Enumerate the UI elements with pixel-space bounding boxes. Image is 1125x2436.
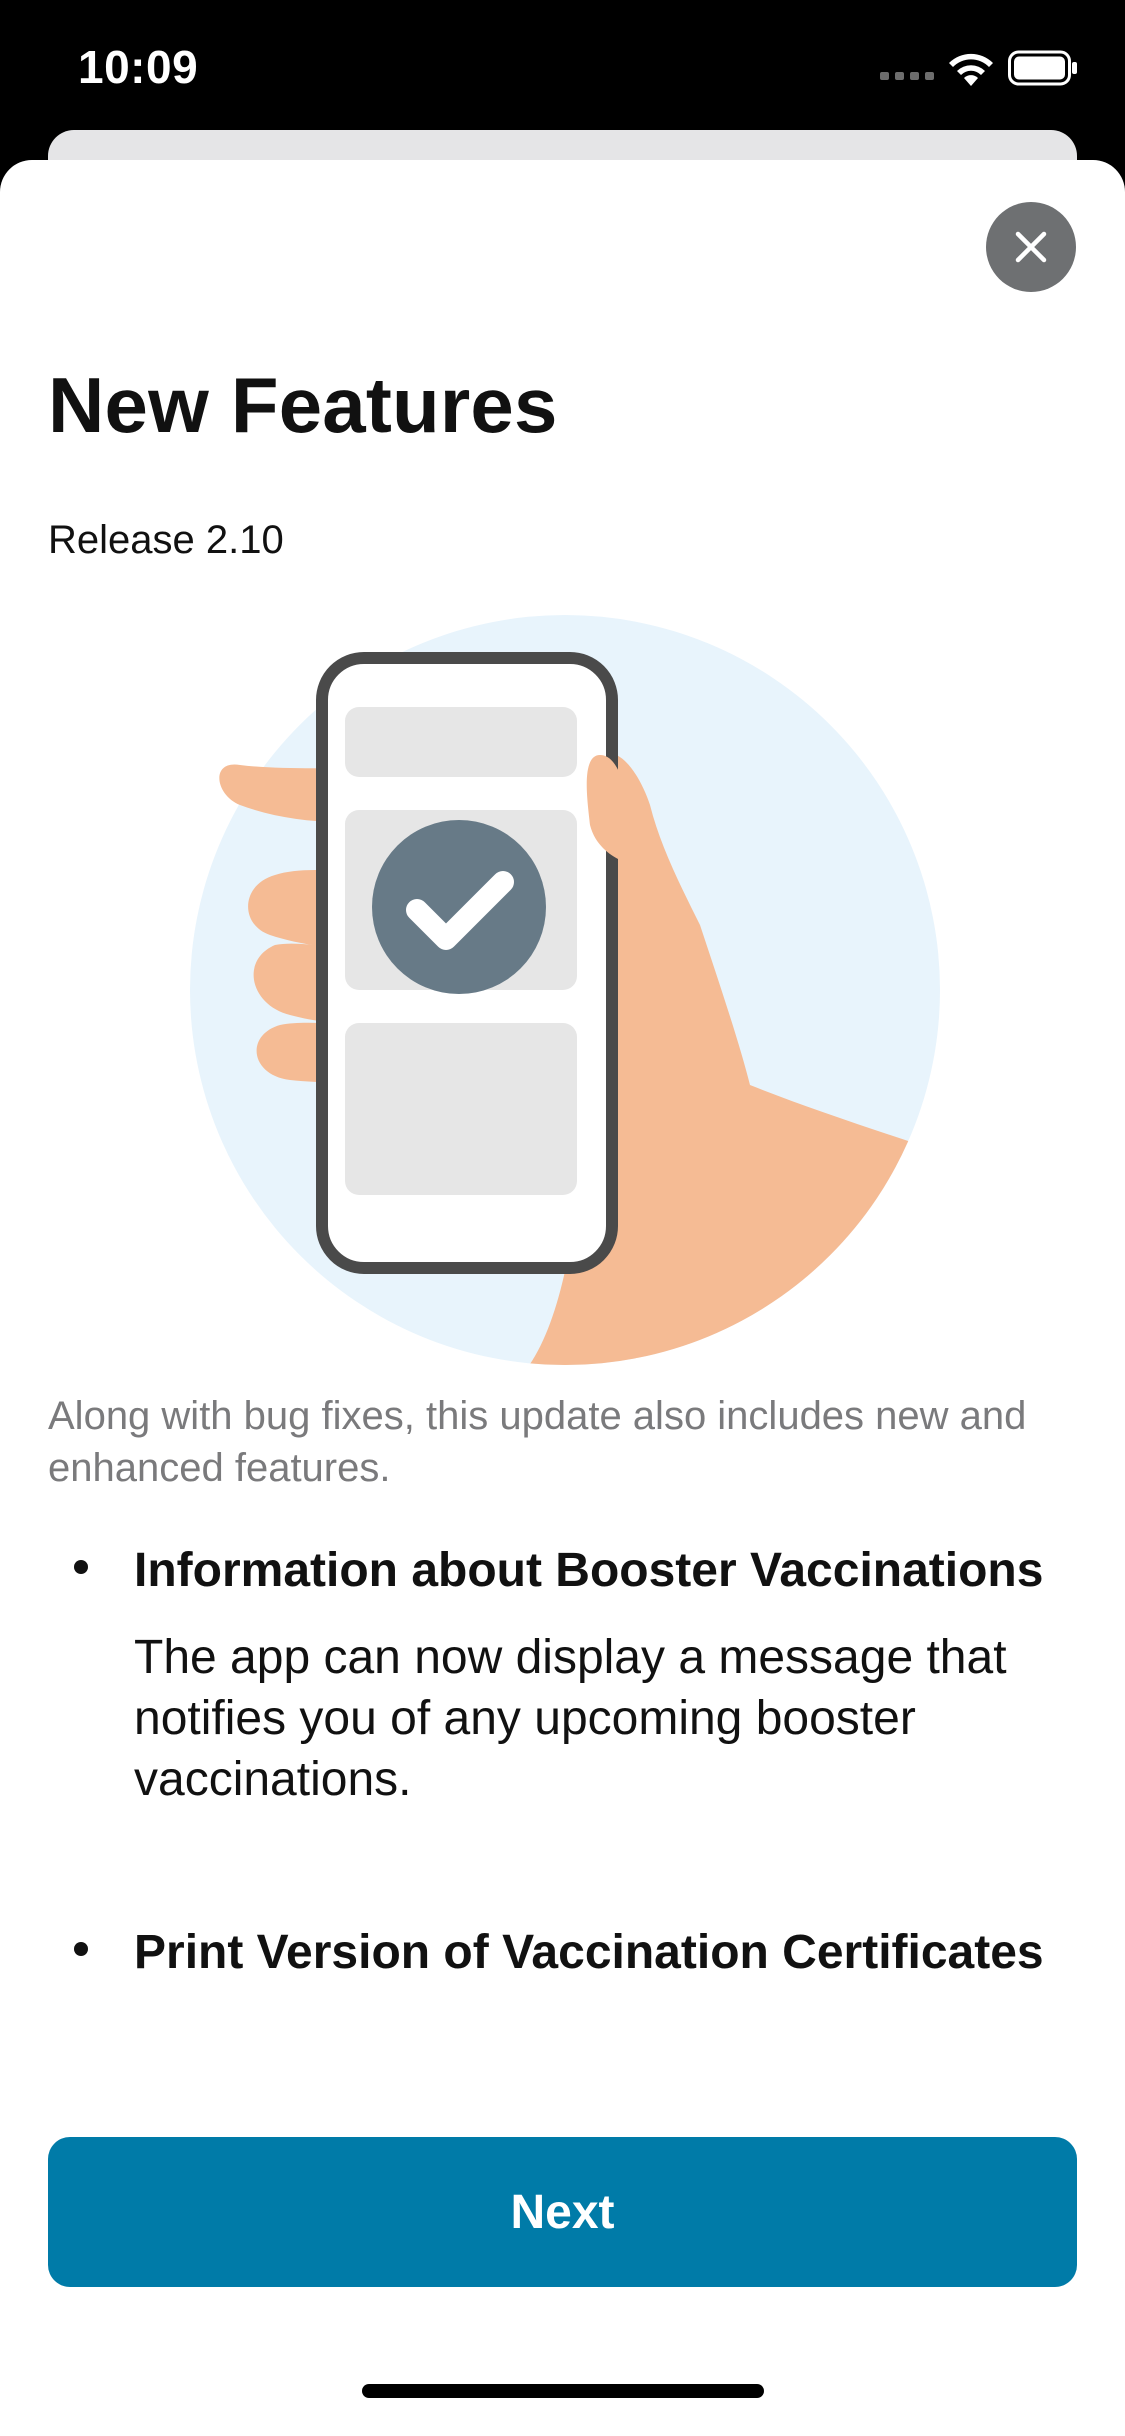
wifi-icon	[949, 53, 993, 86]
next-button[interactable]: Next	[48, 2137, 1077, 2287]
feature-title: Information about Booster Vaccinations	[134, 1544, 1044, 1597]
feature-title: Print Version of Vaccination Certificate…	[134, 1926, 1044, 1979]
page-title: New Features	[48, 361, 558, 449]
close-button[interactable]	[986, 202, 1076, 292]
phone-row-top	[345, 707, 577, 777]
intro-text: Along with bug fixes, this update also i…	[48, 1394, 1027, 1490]
feature-item: Information about Booster Vaccinations T…	[48, 1540, 1068, 1810]
signal-icon	[880, 72, 934, 80]
battery-icon	[1008, 50, 1077, 86]
close-icon	[1015, 231, 1047, 263]
feature-description: The app can now display a message that n…	[134, 1631, 1007, 1806]
bullet-icon	[74, 1942, 88, 1956]
release-label: Release 2.10	[48, 518, 284, 562]
status-time: 10:09	[78, 41, 199, 93]
hand-phone-illustration	[190, 615, 940, 1365]
new-features-sheet: New Features Release 2.10 Along with bug…	[0, 160, 1125, 2436]
home-indicator	[362, 2384, 764, 2398]
feature-item: Print Version of Vaccination Certificate…	[48, 1922, 1068, 1983]
feature-list: Information about Booster Vaccinations T…	[48, 1540, 1068, 1983]
status-bar: 10:09	[0, 0, 1125, 140]
check-badge	[372, 820, 546, 994]
bullet-icon	[74, 1560, 88, 1574]
phone-row-bottom	[345, 1023, 577, 1195]
